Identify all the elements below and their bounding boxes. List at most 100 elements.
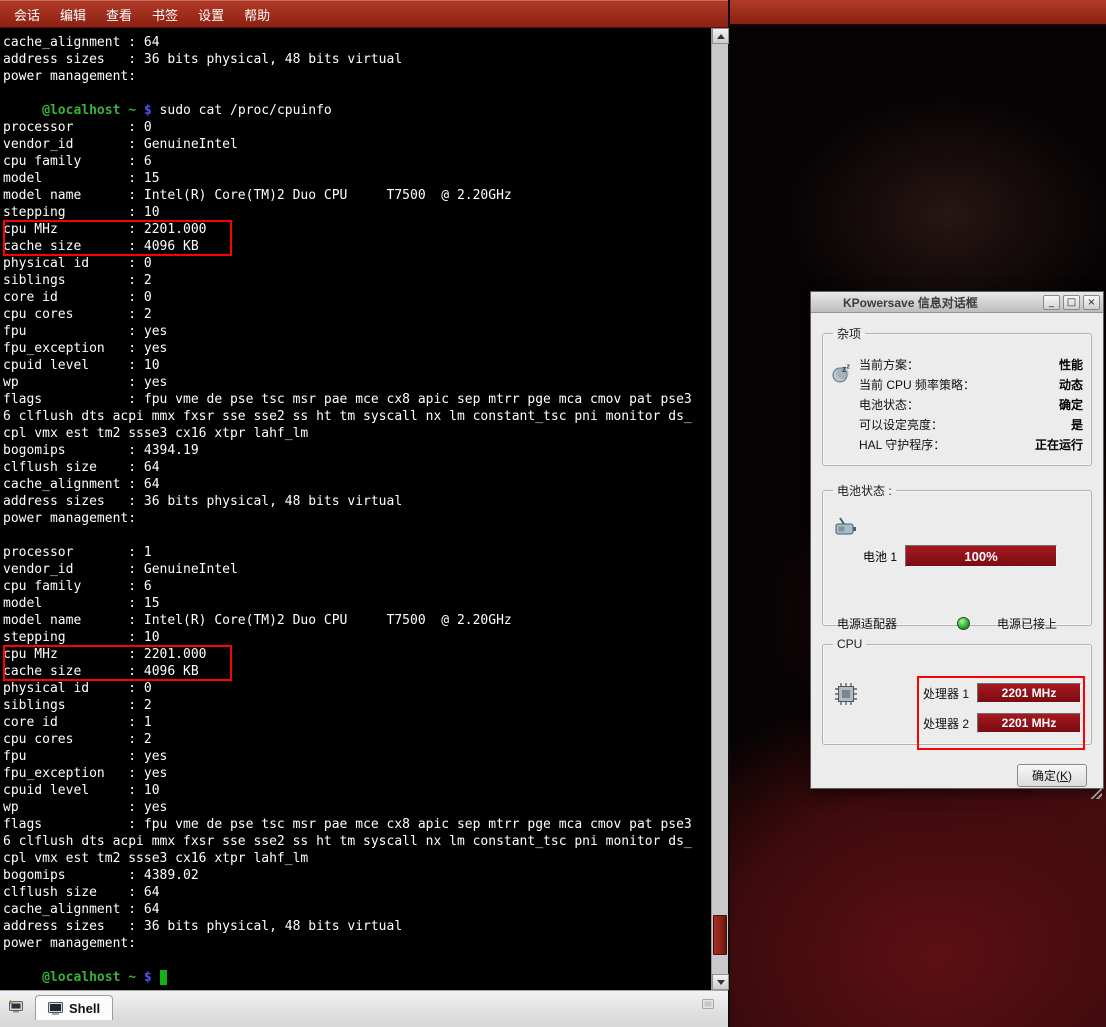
cpu1-frequency-text: 2201 MHz	[978, 684, 1080, 702]
new-session-icon	[7, 997, 25, 1015]
terminal-line: vendor_id : GenuineIntel	[3, 561, 711, 578]
battery-group-title: 电池状态 :	[833, 482, 896, 499]
maximize-button[interactable]: □	[1063, 295, 1080, 310]
terminal-line: flags : fpu vme de pse tsc msr pae mce c…	[3, 816, 711, 833]
terminal-line: cache_alignment : 64	[3, 34, 711, 51]
row-value: 确定	[1059, 396, 1083, 413]
terminal-line: cpu MHz : 2201.000	[3, 221, 711, 238]
terminal-prompt-line: @localhost ~ $	[3, 969, 711, 986]
dialog-title: KPowersave 信息对话框	[819, 294, 1040, 311]
terminal-area: cache_alignment : 64address sizes : 36 b…	[0, 28, 728, 990]
cpu-label: 处理器 2	[923, 715, 977, 732]
terminal-output[interactable]: cache_alignment : 64address sizes : 36 b…	[0, 28, 711, 990]
menu-item-session[interactable]: 会话	[4, 2, 50, 27]
row-value: 性能	[1059, 356, 1083, 373]
terminal-line: 6 clflush dts acpi mmx fxsr sse sse2 ss …	[3, 408, 711, 425]
misc-group: 杂项 z z 当前方案： 性能 当前 CPU 频率策略：	[822, 325, 1092, 466]
terminal-line: siblings : 2	[3, 272, 711, 289]
dialog-titlebar[interactable]: KPowersave 信息对话框 _ □ ×	[811, 292, 1103, 313]
battery-progressbar: 100%	[905, 545, 1057, 567]
terminal-line: cpuid level : 10	[3, 782, 711, 799]
minimize-button[interactable]: _	[1043, 295, 1060, 310]
info-row-scheme: 当前方案： 性能	[859, 354, 1083, 374]
resize-grip[interactable]	[1089, 786, 1102, 799]
highlighted-lines: cpu MHz : 2201.000cache size : 4096 KB	[3, 646, 711, 680]
menu-item-settings[interactable]: 设置	[188, 2, 234, 27]
terminal-scrollbar	[711, 28, 728, 990]
terminal-line: cpu family : 6	[3, 153, 711, 170]
cpu-group: CPU 处理器 1 2201 MHz	[822, 637, 1092, 745]
cpu-group-title: CPU	[833, 637, 866, 651]
battery-label: 电池 1	[863, 548, 905, 565]
terminal-line: cache_alignment : 64	[3, 476, 711, 493]
session-list-button[interactable]	[695, 991, 721, 1017]
tab-shell[interactable]: Shell	[35, 995, 113, 1020]
power-led-icon	[957, 617, 970, 630]
suspend-icon: z z	[831, 362, 853, 389]
terminal-line: fpu : yes	[3, 323, 711, 340]
scroll-up-button[interactable]	[712, 28, 729, 44]
terminal-line: address sizes : 36 bits physical, 48 bit…	[3, 918, 711, 935]
ok-button[interactable]: 确定(K)	[1017, 764, 1087, 787]
terminal-line: clflush size : 64	[3, 884, 711, 901]
konsole-window: 会话 编辑 查看 书签 设置 帮助 cache_alignment : 64ad…	[0, 0, 730, 1027]
row-value: 正在运行	[1035, 436, 1083, 453]
terminal-line: address sizes : 36 bits physical, 48 bit…	[3, 493, 711, 510]
terminal-line: stepping : 10	[3, 204, 711, 221]
info-row-cpu-policy: 当前 CPU 频率策略： 动态	[859, 374, 1083, 394]
terminal-line	[3, 952, 711, 969]
info-row-brightness: 可以设定亮度： 是	[859, 414, 1083, 434]
tab-bar: Shell	[0, 990, 728, 1020]
arrow-down-icon	[717, 980, 725, 985]
terminal-line: processor : 1	[3, 544, 711, 561]
menu-item-edit[interactable]: 编辑	[50, 2, 96, 27]
cpu-row-2: 处理器 2 2201 MHz	[923, 713, 1081, 733]
terminal-line: cache_alignment : 64	[3, 901, 711, 918]
row-label: 当前 CPU 频率策略：	[859, 376, 975, 393]
terminal-line: model : 15	[3, 170, 711, 187]
terminal-line: wp : yes	[3, 799, 711, 816]
kpowersave-dialog: KPowersave 信息对话框 _ □ × 杂项 z z 当前方	[810, 291, 1104, 789]
processor-icon	[833, 681, 859, 712]
adapter-label: 电源适配器	[837, 615, 957, 632]
misc-group-title: 杂项	[833, 325, 865, 342]
scrollbar-thumb[interactable]	[713, 915, 727, 955]
cpu2-frequency-bar: 2201 MHz	[977, 713, 1081, 733]
cpu1-frequency-bar: 2201 MHz	[977, 683, 1081, 703]
menu-item-help[interactable]: 帮助	[234, 2, 280, 27]
new-session-button[interactable]	[3, 993, 29, 1019]
terminal-line: power management:	[3, 510, 711, 527]
terminal-line: fpu_exception : yes	[3, 340, 711, 357]
terminal-line: cpl vmx est tm2 ssse3 cx16 xtpr lahf_lm	[3, 425, 711, 442]
terminal-prompt-line: @localhost ~ $ sudo cat /proc/cpuinfo	[3, 102, 711, 119]
scroll-down-button[interactable]	[712, 974, 729, 990]
row-value: 是	[1071, 416, 1083, 433]
terminal-line: bogomips : 4389.02	[3, 867, 711, 884]
menu-item-view[interactable]: 查看	[96, 2, 142, 27]
terminal-line	[3, 527, 711, 544]
terminal-line: cpl vmx est tm2 ssse3 cx16 xtpr lahf_lm	[3, 850, 711, 867]
close-button[interactable]: ×	[1083, 295, 1100, 310]
row-label: 当前方案：	[859, 356, 919, 373]
terminal-line: cpu MHz : 2201.000	[3, 646, 711, 663]
cpu-row-1: 处理器 1 2201 MHz	[923, 683, 1081, 703]
terminal-line: clflush size : 64	[3, 459, 711, 476]
cpu-rows: 处理器 1 2201 MHz 处理器 2 2201 MHz	[923, 683, 1081, 743]
terminal-line: flags : fpu vme de pse tsc msr pae mce c…	[3, 391, 711, 408]
terminal-line: cpu cores : 2	[3, 731, 711, 748]
terminal-line: 6 clflush dts acpi mmx fxsr sse sse2 ss …	[3, 833, 711, 850]
session-list-icon	[700, 996, 716, 1012]
terminal-line: wp : yes	[3, 374, 711, 391]
cpu2-frequency-text: 2201 MHz	[978, 714, 1080, 732]
terminal-line: processor : 0	[3, 119, 711, 136]
shell-tab-icon	[48, 1002, 63, 1015]
terminal-line: core id : 0	[3, 289, 711, 306]
adapter-status: 电源已接上	[997, 615, 1057, 632]
terminal-line: fpu : yes	[3, 748, 711, 765]
terminal-line: siblings : 2	[3, 697, 711, 714]
arrow-up-icon	[717, 34, 725, 39]
battery-group: 电池状态 : 电池 1 100%	[822, 482, 1092, 626]
terminal-line: cpuid level : 10	[3, 357, 711, 374]
menu-item-bookmarks[interactable]: 书签	[142, 2, 188, 27]
terminal-line: model : 15	[3, 595, 711, 612]
